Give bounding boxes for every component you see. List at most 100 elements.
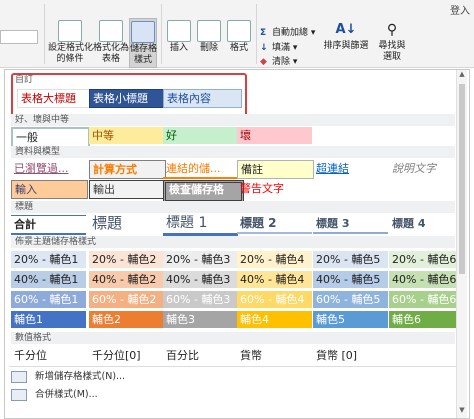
style-check-cell[interactable]: 檢查儲存格 xyxy=(163,180,244,203)
login-link[interactable]: 登入 xyxy=(450,2,470,17)
style-currency[interactable]: 貨幣 xyxy=(237,347,312,364)
style-theme-r1-c6[interactable]: 20% - 輔色6 xyxy=(389,251,458,268)
scroll-up-icon[interactable]: ▲ xyxy=(457,70,467,82)
scroll-down-icon[interactable]: ▼ xyxy=(457,406,467,418)
delete-label: 刪除 xyxy=(199,43,218,53)
style-title[interactable]: 標題 xyxy=(89,214,164,233)
eraser-icon: ◆ xyxy=(260,57,267,67)
section-titles: 標題 xyxy=(11,201,455,213)
new-style-label: 新增儲存格樣式(N)... xyxy=(35,371,126,382)
style-input[interactable]: 輸入 xyxy=(11,180,88,199)
merge-styles-label: 合併樣式(M)... xyxy=(35,389,98,400)
style-note[interactable]: 備註 xyxy=(237,160,314,179)
conditional-format-icon xyxy=(58,20,82,42)
merge-styles-item[interactable]: 合併樣式(M)... xyxy=(11,388,98,402)
style-theme-r4-c2[interactable]: 輔色2 xyxy=(89,311,164,328)
new-style-icon xyxy=(11,370,27,383)
style-linked-cell[interactable]: 連結的儲... xyxy=(163,160,238,179)
style-table-title[interactable]: 表格大標題 xyxy=(17,89,90,108)
format-icon xyxy=(227,20,251,42)
style-heading-1[interactable]: 標題 1 xyxy=(163,214,238,236)
scroll-thumb[interactable] xyxy=(459,84,465,274)
style-currency-0[interactable]: 貨幣 [0] xyxy=(313,347,388,364)
style-normal[interactable]: 一般 xyxy=(11,127,90,148)
style-heading-2[interactable]: 標題 2 xyxy=(237,215,312,234)
style-hyperlink[interactable]: 超連結 xyxy=(313,160,388,177)
style-neutral[interactable]: 中等 xyxy=(89,127,164,144)
find-select-label: 尋找與 選取 xyxy=(378,41,406,62)
format-as-table-label: 格式化為 表格 xyxy=(93,43,130,64)
clear-button[interactable]: ◆ 清除 ▾ xyxy=(260,54,297,67)
insert-icon xyxy=(167,20,191,42)
style-theme-r1-c5[interactable]: 20% - 輔色5 xyxy=(313,251,388,268)
find-select-button[interactable]: ⚲ 尋找與 選取 xyxy=(372,20,412,63)
style-theme-r3-c2[interactable]: 60% - 輔色2 xyxy=(89,291,164,308)
sort-filter-label: 排序與篩選 xyxy=(323,41,369,51)
style-theme-r2-c6[interactable]: 40% - 輔色6 xyxy=(389,271,458,288)
style-table-subtitle[interactable]: 表格小標題 xyxy=(89,89,164,108)
style-theme-r4-c5[interactable]: 輔色5 xyxy=(313,311,388,328)
section-custom: 自訂 xyxy=(15,75,34,85)
style-theme-r2-c4[interactable]: 40% - 輔色4 xyxy=(237,271,312,288)
cell-styles-icon xyxy=(131,21,155,43)
style-theme-r1-c2[interactable]: 20% - 輔色2 xyxy=(89,251,164,268)
format-button[interactable]: 格式 xyxy=(224,20,254,54)
style-theme-r1-c1[interactable]: 20% - 輔色1 xyxy=(11,251,86,268)
cell-styles-gallery: 自訂 表格大標題 表格小標題 表格內容 好、壞與中等 一般 中等 好 壞 資料與… xyxy=(4,69,470,419)
delete-icon xyxy=(197,20,221,42)
style-output[interactable]: 輸出 xyxy=(89,180,166,199)
style-explanatory[interactable]: 說明文字 xyxy=(389,160,458,177)
ribbon-divider xyxy=(161,4,162,64)
style-theme-r4-c4[interactable]: 輔色4 xyxy=(237,311,312,328)
format-as-table-button[interactable]: 格式化為 表格 xyxy=(93,20,129,65)
style-theme-r2-c2[interactable]: 40% - 輔色2 xyxy=(89,271,164,288)
style-heading-4[interactable]: 標題 4 xyxy=(389,215,458,232)
style-total[interactable]: 合計 xyxy=(11,215,86,235)
style-theme-r2-c3[interactable]: 40% - 輔色3 xyxy=(163,271,238,288)
style-theme-r3-c5[interactable]: 60% - 輔色5 xyxy=(313,291,388,308)
style-percent[interactable]: 百分比 xyxy=(163,347,238,364)
style-theme-r3-c1[interactable]: 60% - 輔色1 xyxy=(11,291,86,308)
style-theme-r3-c4[interactable]: 60% - 輔色4 xyxy=(237,291,312,308)
style-warning-text[interactable]: 警告文字 xyxy=(237,180,312,197)
clear-label: 清除 xyxy=(272,57,291,67)
style-good[interactable]: 好 xyxy=(163,127,238,144)
section-themed: 佈景主題儲存格樣式 xyxy=(11,236,455,248)
section-good-bad: 好、壞與中等 xyxy=(11,114,455,126)
style-theme-r1-c4[interactable]: 20% - 輔色4 xyxy=(237,251,312,268)
number-format-dropdown[interactable] xyxy=(0,30,38,44)
fill-button[interactable]: ↓ 填滿 ▾ xyxy=(260,40,297,53)
conditional-format-label: 設定格式化 的條件 xyxy=(48,43,94,64)
style-theme-r4-c3[interactable]: 輔色3 xyxy=(163,311,238,328)
style-heading-3[interactable]: 標題 3 xyxy=(313,215,388,234)
delete-button[interactable]: 刪除 xyxy=(194,20,224,54)
sort-filter-button[interactable]: A↓ 排序與篩選 xyxy=(323,20,369,52)
style-calculation[interactable]: 計算方式 xyxy=(89,160,166,179)
style-table-content[interactable]: 表格內容 xyxy=(163,89,242,108)
ribbon-divider xyxy=(44,4,45,64)
style-theme-r2-c1[interactable]: 40% - 輔色1 xyxy=(11,271,86,288)
style-theme-r4-c1[interactable]: 輔色1 xyxy=(11,311,86,328)
style-bad[interactable]: 壞 xyxy=(237,127,312,144)
gallery-scrollbar[interactable]: ▲ ▼ xyxy=(456,70,467,418)
insert-label: 插入 xyxy=(169,43,188,53)
new-cell-style-item[interactable]: 新增儲存格樣式(N)... xyxy=(11,370,125,384)
style-theme-r1-c3[interactable]: 20% - 輔色3 xyxy=(163,251,238,268)
style-followed-hyperlink[interactable]: 已瀏覽過... xyxy=(11,160,86,177)
style-comma[interactable]: 千分位 xyxy=(11,347,86,364)
sigma-icon: Σ xyxy=(260,28,267,38)
menu-divider xyxy=(9,366,457,367)
autosum-button[interactable]: Σ 自動加總 ▾ xyxy=(260,25,315,38)
style-comma-0[interactable]: 千分位[0] xyxy=(89,347,164,364)
format-label: 格式 xyxy=(229,43,248,53)
insert-button[interactable]: 插入 xyxy=(164,20,194,54)
style-theme-r3-c3[interactable]: 60% - 輔色3 xyxy=(163,291,238,308)
style-theme-r3-c6[interactable]: 60% - 輔色6 xyxy=(389,291,458,308)
format-as-table-icon xyxy=(99,20,123,42)
style-theme-r4-c6[interactable]: 輔色6 xyxy=(389,311,458,328)
section-number-format: 數值格式 xyxy=(11,332,455,344)
cell-styles-button[interactable]: 儲存格 樣式 xyxy=(129,18,157,68)
style-theme-r2-c5[interactable]: 40% - 輔色5 xyxy=(313,271,388,288)
conditional-format-button[interactable]: 設定格式化 的條件 xyxy=(48,20,94,65)
ribbon: 登入 設定格式化 的條件 格式化為 表格 儲存格 樣式 插入 刪除 格式 Σ 自動… xyxy=(0,0,474,68)
